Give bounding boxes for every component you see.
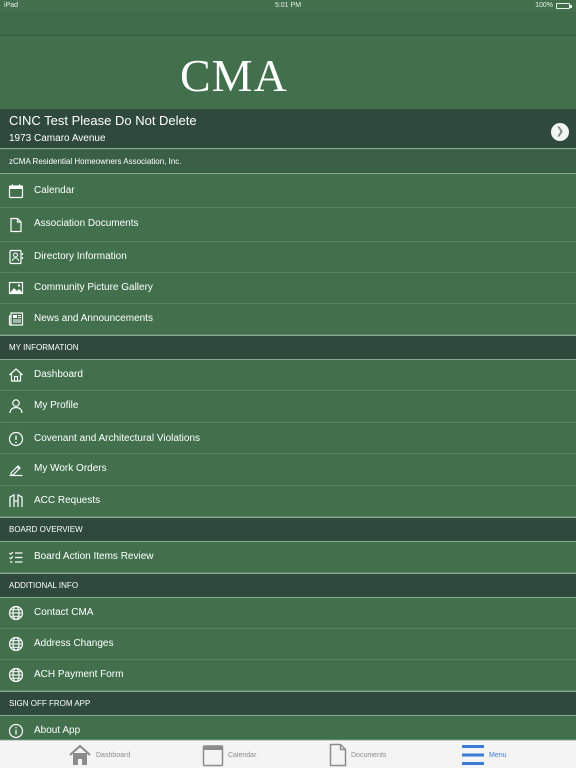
globe-icon xyxy=(8,605,24,621)
menu-item-my-work-orders[interactable]: My Work Orders xyxy=(0,454,576,486)
section-title: ADDITIONAL INFO xyxy=(9,581,79,590)
association-address: 1973 Camaro Avenue xyxy=(9,133,106,144)
menu-item-directory-information[interactable]: Directory Information xyxy=(0,242,576,273)
person-icon xyxy=(8,398,24,414)
status-bar: iPad 5:01 PM 100% xyxy=(0,0,576,12)
association-title: CINC Test Please Do Not Delete xyxy=(9,113,197,128)
tab-documents[interactable]: Documents xyxy=(329,741,386,768)
tab-dashboard[interactable]: Dashboard xyxy=(68,741,130,768)
menu-item-label: My Profile xyxy=(34,400,79,411)
menu-item-label: Community Picture Gallery xyxy=(34,282,153,293)
battery-percent: 100% xyxy=(535,2,553,9)
menu-item-news-and-announcements[interactable]: News and Announcements xyxy=(0,304,576,335)
menu-item-label: Directory Information xyxy=(34,251,127,262)
globe-icon xyxy=(8,636,24,652)
calendar-icon xyxy=(8,183,24,199)
info-icon xyxy=(8,723,24,739)
menu-item-my-profile[interactable]: My Profile xyxy=(0,391,576,423)
menu-item-label: Dashboard xyxy=(34,369,83,380)
tab-label: Documents xyxy=(351,751,387,759)
cma-logo: CMA xyxy=(180,50,288,101)
picture-icon xyxy=(8,280,24,296)
menu-item-acc-requests[interactable]: ACC Requests xyxy=(0,486,576,517)
tab-label: Dashboard xyxy=(96,751,131,759)
menu-item-calendar[interactable]: Calendar xyxy=(0,175,576,208)
contact-card-icon xyxy=(8,249,24,265)
menu-item-label: Calendar xyxy=(34,185,75,196)
association-banner[interactable]: CINC Test Please Do Not Delete 1973 Cama… xyxy=(0,109,576,149)
association-name-header: zCMA Residential Homeowners Association,… xyxy=(0,150,576,174)
menu-item-label: My Work Orders xyxy=(34,463,107,474)
status-time: 5:01 PM xyxy=(274,2,302,9)
menu-item-dashboard[interactable]: Dashboard xyxy=(0,360,576,391)
section-header-sign-off: SIGN OFF FROM APP xyxy=(0,691,576,716)
menu-item-label: About App xyxy=(34,725,81,736)
menu-icon xyxy=(461,743,485,767)
battery-status: 100% xyxy=(535,2,572,9)
logo-area: CMA xyxy=(0,37,576,109)
tab-label: Calendar xyxy=(228,751,257,759)
section-header-additional-info: ADDITIONAL INFO xyxy=(0,573,576,598)
navigation-bar xyxy=(0,12,576,36)
section-header-board-overview: BOARD OVERVIEW xyxy=(0,517,576,542)
newspaper-icon xyxy=(8,311,24,327)
document-icon xyxy=(8,217,24,233)
home-icon xyxy=(68,744,92,766)
alert-icon xyxy=(8,431,24,447)
menu-item-community-picture-gallery[interactable]: Community Picture Gallery xyxy=(0,273,576,304)
menu-item-label: Association Documents xyxy=(34,218,139,229)
checklist-icon xyxy=(8,549,24,565)
chevron-right-icon[interactable]: ❯ xyxy=(551,123,569,141)
tab-label: Menu xyxy=(489,751,507,759)
document-icon xyxy=(329,743,347,767)
tab-bar: Dashboard Calendar Documents Menu xyxy=(0,740,576,768)
work-order-icon xyxy=(8,461,24,477)
menu-item-label: Covenant and Architectural Violations xyxy=(34,433,201,444)
menu-item-ach-payment-form[interactable]: ACH Payment Form xyxy=(0,660,576,691)
menu-item-address-changes[interactable]: Address Changes xyxy=(0,629,576,660)
menu-item-covenant-violations[interactable]: Covenant and Architectural Violations xyxy=(0,423,576,454)
menu-item-about-app[interactable]: About App xyxy=(0,716,576,740)
menu-item-association-documents[interactable]: Association Documents xyxy=(0,208,576,242)
tab-calendar[interactable]: Calendar xyxy=(202,741,256,768)
menu-item-board-action-items[interactable]: Board Action Items Review xyxy=(0,542,576,573)
acc-request-icon xyxy=(8,493,24,509)
menu-item-label: Board Action Items Review xyxy=(34,551,154,562)
home-icon xyxy=(8,367,24,383)
section-title: MY INFORMATION xyxy=(9,343,79,352)
menu-item-label: Contact CMA xyxy=(34,607,94,618)
menu-item-label: ACC Requests xyxy=(34,495,101,506)
battery-icon xyxy=(556,2,572,9)
section-title: BOARD OVERVIEW xyxy=(9,525,83,534)
menu-item-label: Address Changes xyxy=(34,638,114,649)
section-title: SIGN OFF FROM APP xyxy=(9,699,91,708)
association-org-name: zCMA Residential Homeowners Association,… xyxy=(9,157,182,166)
globe-icon xyxy=(8,667,24,683)
menu-item-label: ACH Payment Form xyxy=(34,669,124,680)
calendar-icon xyxy=(202,743,224,767)
menu-item-label: News and Announcements xyxy=(34,313,153,324)
section-header-my-information: MY INFORMATION xyxy=(0,335,576,360)
tab-menu[interactable]: Menu xyxy=(461,741,507,768)
menu-item-contact-cma[interactable]: Contact CMA xyxy=(0,598,576,629)
